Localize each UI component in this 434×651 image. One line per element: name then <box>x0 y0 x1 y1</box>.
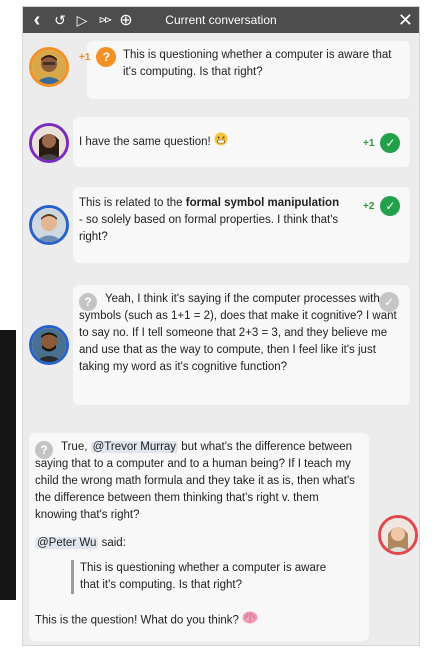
play-icon[interactable]: ▷ <box>71 7 93 33</box>
vote-indicator: +1 ? <box>79 47 117 67</box>
checkmark-icon[interactable]: ✓ <box>380 196 401 216</box>
message-text: I have the same question! <box>79 136 211 149</box>
vote-count: +1 <box>79 51 91 63</box>
avatar[interactable] <box>29 123 69 163</box>
grimace-emoji-icon <box>214 132 228 152</box>
conversation-toolbar: ‹ ↺ ▷ ⊳⊳ ⊕ Current conversation ✕ <box>23 7 419 33</box>
user-mention[interactable]: @Peter Wu <box>35 537 99 549</box>
message-text-end: but what's the difference between saying… <box>35 441 355 521</box>
message-text: Yeah, I think it's saying if the compute… <box>79 293 397 373</box>
message-text-start: This is related to the <box>79 197 186 209</box>
message-text-end: - so solely based on formal properties. … <box>79 214 339 243</box>
avatar[interactable] <box>29 47 69 87</box>
message-body: True, @Trevor Murray but what's the diff… <box>35 439 363 524</box>
quote-text: This is questioning whether a computer i… <box>80 562 327 591</box>
quoted-message: This is questioning whether a computer i… <box>71 560 341 594</box>
message-card: I have the same question! +1 ✓ <box>73 117 410 167</box>
avatar[interactable] <box>29 205 69 245</box>
close-icon[interactable]: ✕ <box>398 7 413 33</box>
message-closing: This is the question! What do you think? <box>35 611 363 630</box>
message-text-bold: formal symbol manipulation <box>185 197 340 209</box>
back-icon[interactable]: ‹ <box>25 7 49 33</box>
message-text-start: True, <box>61 441 91 453</box>
vote-indicator: +1 ✓ <box>363 133 401 153</box>
brain-emoji-icon <box>242 611 258 630</box>
user-mention[interactable]: @Trevor Murray <box>90 441 179 453</box>
avatar[interactable] <box>29 325 69 365</box>
target-icon[interactable]: ⊕ <box>115 7 137 33</box>
vote-count: +1 <box>363 137 375 149</box>
message-card: ? True, @Trevor Murray but what's the di… <box>29 433 369 641</box>
avatar[interactable] <box>378 515 418 555</box>
vote-count: +2 <box>363 200 375 212</box>
vote-indicator: +2 ✓ <box>363 196 401 216</box>
rewind-icon[interactable]: ↺ <box>49 7 71 33</box>
message-card: +1 ? This is questioning whether a compu… <box>79 41 410 99</box>
checkmark-icon[interactable]: ✓ <box>380 133 401 153</box>
message-card: ? ✓ Yeah, I think it's saying if the com… <box>73 285 410 405</box>
quote-attribution: @Peter Wu said: <box>35 535 126 552</box>
message-body: I have the same question! <box>79 132 329 152</box>
conversation-panel: ‹ ↺ ▷ ⊳⊳ ⊕ Current conversation ✕ +1 ? T… <box>22 6 420 646</box>
question-icon[interactable]: ? <box>96 47 117 67</box>
quote-said-label: said: <box>101 537 126 549</box>
background-window <box>0 330 16 600</box>
fast-forward-icon[interactable]: ⊳⊳ <box>93 7 115 33</box>
message-text: This is the question! What do you think? <box>35 614 239 627</box>
message-body: This is related to the formal symbol man… <box>79 195 341 246</box>
message-card: This is related to the formal symbol man… <box>73 187 410 263</box>
message-text: This is questioning whether a computer i… <box>123 49 392 78</box>
